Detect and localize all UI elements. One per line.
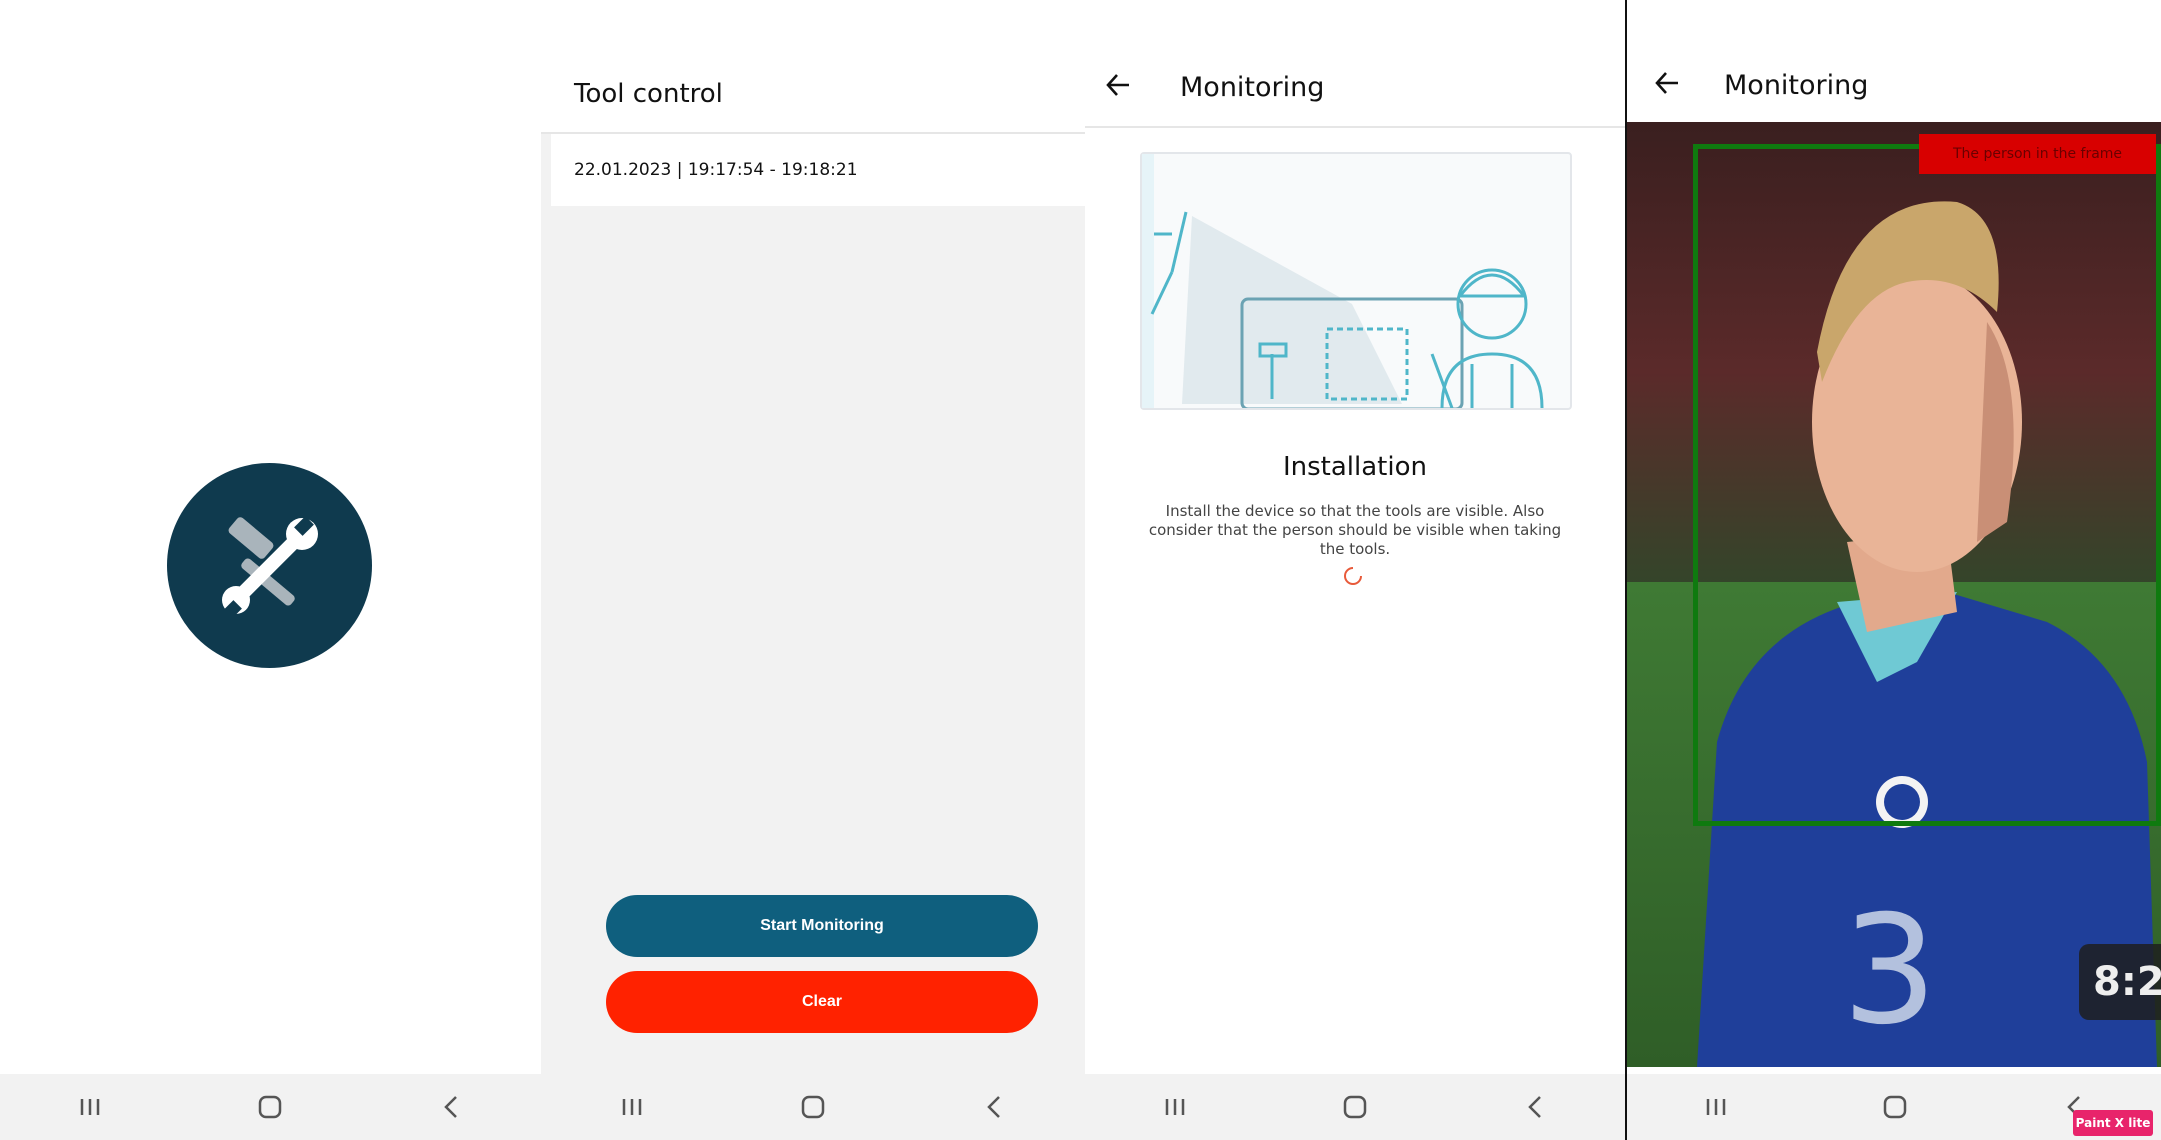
chevron-left-icon — [444, 1096, 457, 1118]
home-button[interactable] — [240, 1087, 300, 1127]
home-button[interactable] — [1325, 1087, 1385, 1127]
detection-label: The person in the frame — [1919, 134, 2156, 174]
home-button[interactable] — [1865, 1087, 1925, 1127]
recents-icon — [1165, 1099, 1185, 1115]
recents-button[interactable] — [60, 1087, 120, 1127]
system-nav-bar — [541, 1074, 1085, 1140]
recents-icon — [622, 1099, 641, 1115]
hammer-wrench-icon — [221, 515, 318, 620]
back-button[interactable] — [1505, 1087, 1565, 1127]
back-button[interactable] — [421, 1087, 481, 1127]
home-icon — [259, 1095, 282, 1119]
recents-button[interactable] — [602, 1087, 662, 1127]
tool-control-screen: Tool control 22.01.2023 | 19:17:54 - 19:… — [541, 0, 1085, 1140]
page-title: Monitoring — [1724, 70, 1869, 101]
back-button[interactable] — [964, 1087, 1024, 1127]
page-title: Tool control — [574, 79, 723, 109]
camera-tools-illustration — [1142, 154, 1544, 411]
recents-button[interactable] — [1145, 1087, 1205, 1127]
match-clock: 8:29 — [2079, 944, 2161, 1020]
system-nav-bar — [0, 1074, 541, 1140]
recents-icon — [1707, 1099, 1726, 1115]
detection-bounding-box — [1693, 144, 2161, 826]
app-logo — [167, 463, 372, 668]
clear-button[interactable]: Clear — [606, 971, 1038, 1033]
chevron-left-icon — [1528, 1096, 1541, 1118]
recents-icon — [80, 1099, 100, 1115]
home-icon — [1343, 1095, 1367, 1119]
home-icon — [801, 1095, 825, 1119]
system-nav-bar — [1085, 1074, 1625, 1140]
installation-heading: Installation — [1282, 452, 1427, 482]
tool-control-header: Tool control — [541, 0, 1085, 134]
arrow-left-icon[interactable] — [1105, 72, 1131, 98]
monitoring-installation-screen: Monitoring Installation Install the devi… — [1085, 0, 1625, 1140]
session-list-item[interactable]: 22.01.2023 | 19:17:54 - 19:18:21 — [551, 134, 1085, 206]
app-bar: Monitoring — [1085, 0, 1625, 128]
arrow-left-icon[interactable] — [1654, 70, 1680, 96]
monitoring-camera-screen: Monitoring 3 The person in the frame 8: … — [1625, 0, 2161, 1140]
app-bar: Monitoring — [1627, 0, 2161, 120]
session-timestamp: 22.01.2023 | 19:17:54 - 19:18:21 — [574, 160, 858, 180]
installation-illustration — [1140, 152, 1572, 411]
recents-button[interactable] — [1686, 1087, 1746, 1127]
svg-text:3: 3 — [1842, 884, 1937, 1058]
page-title: Monitoring — [1180, 72, 1325, 103]
camera-feed: 3 The person in the frame 8:29 — [1627, 122, 2161, 1067]
watermark-badge: Paint X lite — [2073, 1110, 2153, 1136]
splash-screen — [0, 0, 541, 1140]
chevron-left-icon — [987, 1096, 1001, 1118]
loading-spinner-icon — [1344, 567, 1362, 585]
home-icon — [1883, 1095, 1907, 1119]
home-button[interactable] — [783, 1087, 843, 1127]
start-monitoring-button[interactable]: Start Monitoring — [606, 895, 1038, 957]
installation-description: Install the device so that the tools are… — [1148, 502, 1562, 558]
